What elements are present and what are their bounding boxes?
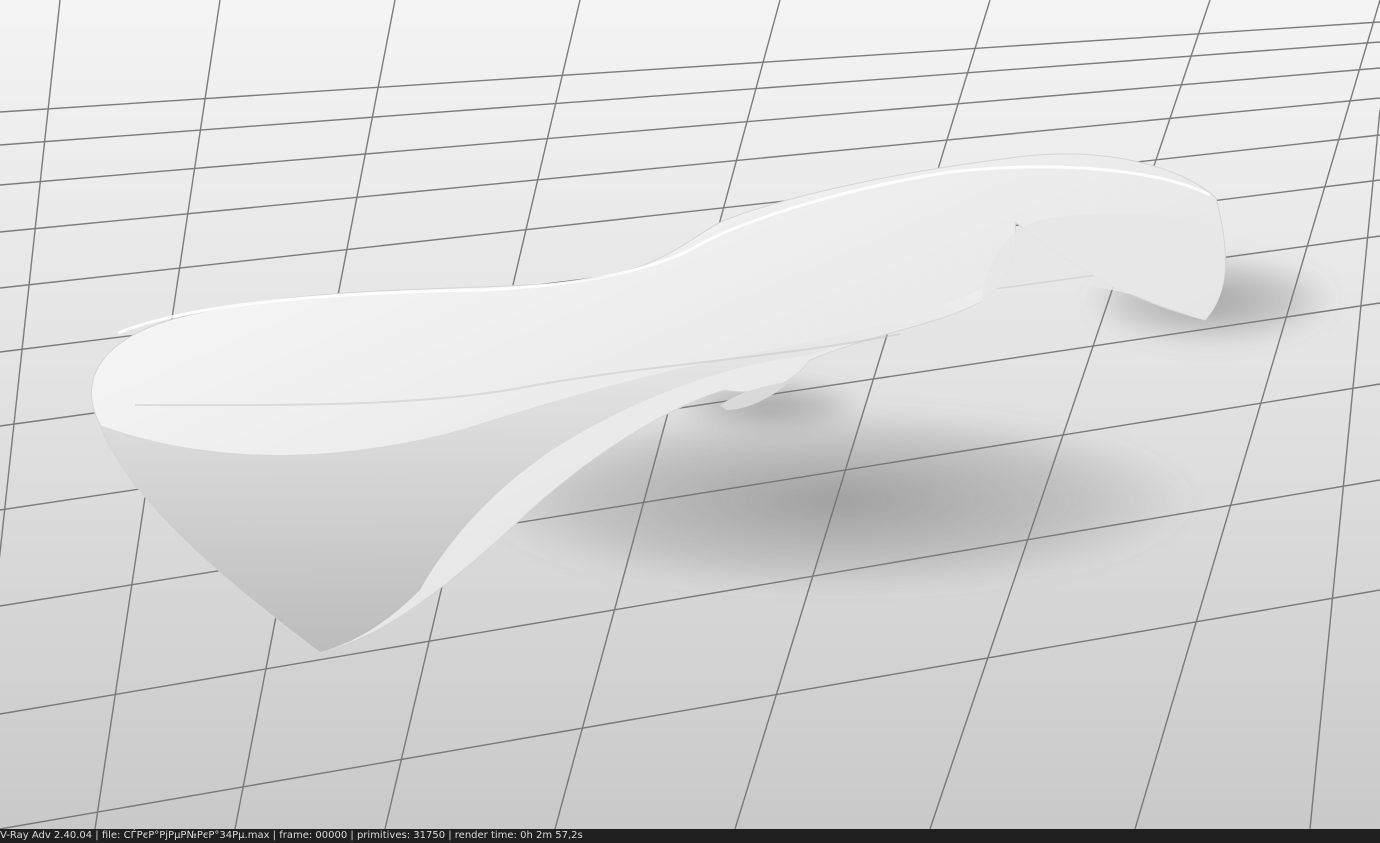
render-status-bar: V-Ray Adv 2.40.04 | file: СЃРєР°РјРµР№Рє… xyxy=(0,829,1380,843)
render-viewport xyxy=(0,0,1380,829)
render-window: V-Ray Adv 2.40.04 | file: СЃРєР°РјРµР№Рє… xyxy=(0,0,1380,843)
rendered-scene-image xyxy=(0,0,1380,829)
